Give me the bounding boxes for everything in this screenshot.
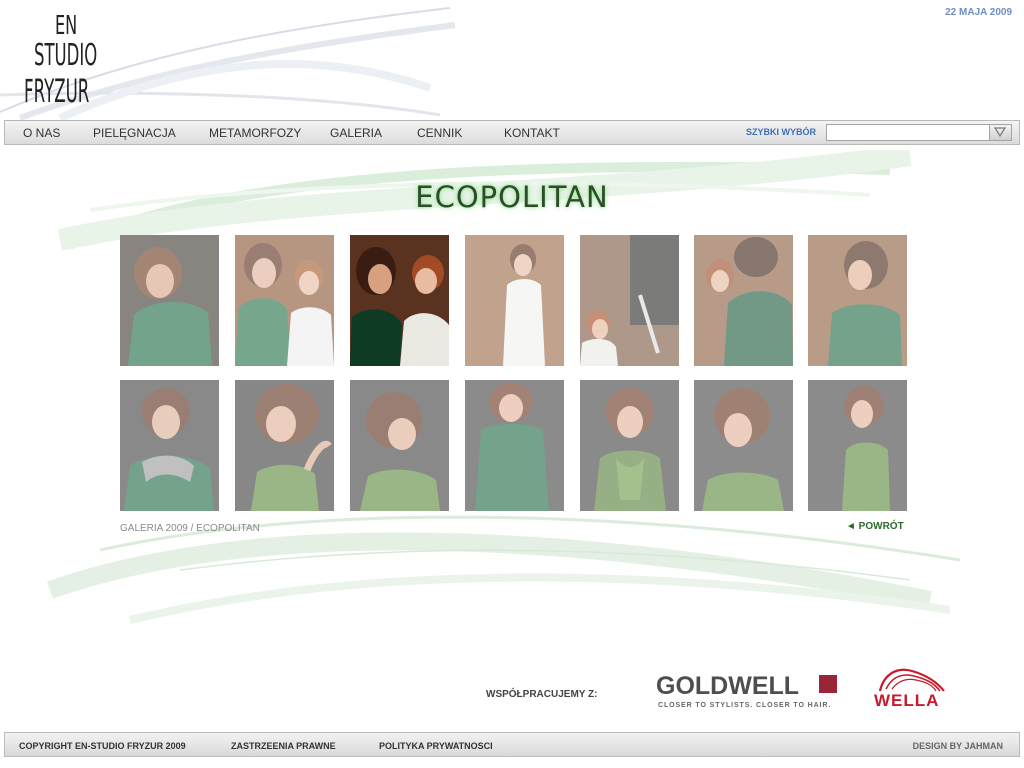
gallery-thumbnail[interactable]: [694, 235, 793, 366]
logo-line-1: EN: [55, 11, 78, 41]
gallery-title: ECOPOLITAN: [415, 180, 609, 214]
footer-legal-link[interactable]: ZASTRZEENIA PRAWNE: [231, 741, 336, 751]
gallery-thumbnail[interactable]: [808, 235, 907, 366]
breadcrumb: GALERIA 2009 / ECOPOLITAN: [120, 523, 260, 534]
dropdown-arrow-button[interactable]: [989, 125, 1011, 140]
quick-select-label: SZYBKI WYBÓR: [745, 127, 816, 137]
quick-select-dropdown[interactable]: [826, 124, 1012, 141]
goldwell-square-icon: [819, 675, 837, 693]
chevron-down-icon: [993, 127, 1007, 138]
goldwell-logo[interactable]: GOLDWELL CLOSER TO STYLISTS. CLOSER TO H…: [656, 672, 840, 714]
footer-design-credit[interactable]: DESIGN BY JAHMAN: [913, 741, 1003, 751]
gallery-thumbnail[interactable]: [120, 380, 219, 511]
gallery-thumbnail[interactable]: [694, 380, 793, 511]
footer-bar: COPYRIGHT EN-STUDIO FRYZUR 2009 ZASTRZEE…: [4, 732, 1020, 757]
wella-wordmark: WELLA: [874, 691, 940, 710]
nav-item-cennik[interactable]: CENNIK: [417, 126, 462, 140]
gallery-thumbnail[interactable]: [120, 235, 219, 366]
footer-copyright: COPYRIGHT EN-STUDIO FRYZUR 2009: [19, 741, 186, 751]
nav-item-metamorfozy[interactable]: METAMORFOZY: [209, 126, 301, 140]
gallery-thumbnail[interactable]: [235, 235, 334, 366]
nav-item-kontakt[interactable]: KONTAKT: [504, 126, 560, 140]
gallery-thumbnail[interactable]: [580, 235, 679, 366]
main-nav: O NAS PIELĘGNACJA METAMORFOZY GALERIA CE…: [4, 120, 1020, 145]
studio-logo[interactable]: EN STUDIO FRYZUR: [22, 12, 112, 110]
gallery-thumbnail[interactable]: [350, 380, 449, 511]
gallery-thumbnail[interactable]: [465, 380, 564, 511]
partners-label: WSPÓŁPRACUJEMY Z:: [486, 689, 598, 700]
back-link[interactable]: ◄ POWRÓT: [846, 521, 904, 532]
nav-item-pielegnacja[interactable]: PIELĘGNACJA: [93, 126, 176, 140]
logo-line-3: FRYZUR: [24, 72, 90, 110]
photo-thumbnail-image: [350, 235, 449, 366]
gallery-thumbnail[interactable]: [808, 380, 907, 511]
goldwell-tagline: CLOSER TO STYLISTS. CLOSER TO HAIR.: [658, 702, 832, 709]
goldwell-wordmark: GOLDWELL: [656, 672, 800, 700]
footer-privacy-link[interactable]: POLITYKA PRYWATNOSCI: [379, 741, 493, 751]
gallery-thumbnail[interactable]: [580, 380, 679, 511]
nav-item-galeria[interactable]: GALERIA: [330, 126, 382, 140]
wella-logo[interactable]: WELLA: [872, 665, 952, 711]
logo-line-2: STUDIO: [34, 38, 98, 73]
current-date: 22 MAJA 2009: [945, 7, 1012, 18]
gallery-thumbnail[interactable]: [350, 235, 449, 366]
gallery-thumbnail[interactable]: [465, 235, 564, 366]
nav-item-o-nas[interactable]: O NAS: [23, 126, 60, 140]
gallery-thumbnail[interactable]: [235, 380, 334, 511]
